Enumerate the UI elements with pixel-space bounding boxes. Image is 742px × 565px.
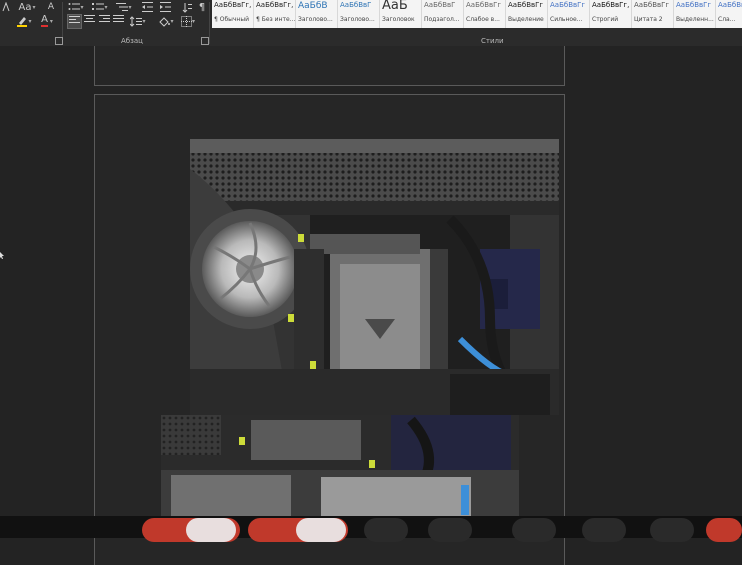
style-sample-text: АаБбВвГг [466,1,502,9]
style-tile[interactable]: АаБбВвГг Слабое в... [464,0,506,28]
style-sample-text: АаБбВвГг, [256,1,294,9]
decrease-indent-icon [141,2,153,12]
style-sample-text: АаБбВвГг [508,1,544,9]
line-spacing-icon [130,15,143,27]
font-color-button[interactable]: A ▾ [37,14,57,28]
ribbon: Aa ▾ A ▾ A ▾ ▾ ▾ ▾ ¶ ▾ ▾ ▾ Абзац Стили А… [0,0,742,47]
line-spacing-button[interactable]: ▾ [128,14,148,28]
style-tile[interactable]: АаБбВ Заголово... [296,0,338,28]
style-name-label: Сильное... [550,16,583,23]
pc-case-photo[interactable] [190,139,559,415]
highlighter-icon [17,17,28,27]
style-name-label: Слабое в... [466,16,500,23]
group-label-paragraph: Абзац [121,37,143,45]
clear-formatting-label: A [47,2,55,12]
style-name-label: Заголовок [382,16,415,23]
style-tile[interactable]: АаБбВвГг Цитата 2 [632,0,674,28]
style-tile[interactable]: АаБбВвГг, ¶ Без инте... [254,0,296,28]
clear-formatting-button[interactable]: A [44,0,58,14]
borders-button[interactable]: ▾ [178,14,198,28]
multilevel-list-button[interactable]: ▾ [114,0,134,14]
gpu-case-photo[interactable] [161,415,519,516]
style-sample-text: АаБбВвГг, [592,1,630,9]
font-color-label: A [41,14,48,27]
previous-page [94,46,565,86]
taskbar-app-button[interactable] [650,518,694,542]
style-sample-text: АаБ [382,0,408,13]
taskbar-app-button[interactable] [428,518,472,542]
styles-gallery: АаБбВвГг, ¶ Обычный АаБбВвГг, ¶ Без инте...… [212,0,742,34]
style-tile[interactable]: АаБбВвГ Заголово... [338,0,380,28]
mouse-cursor-icon [0,252,4,259]
change-case-label: Aa [18,1,32,13]
style-sample-text: АаБбВвГг [634,1,670,9]
style-name-label: Выделенн... [676,16,714,23]
paragraph-dialog-launcher[interactable] [201,37,209,45]
style-sample-text: АаБбВвГ [424,1,456,9]
group-label-styles: Стили [481,37,504,45]
paint-bucket-icon [159,16,171,27]
highlight-color-button[interactable]: ▾ [14,14,34,28]
style-name-label: Подзагол... [424,16,460,23]
style-name-label: Сла... [718,16,736,23]
sort-icon [182,2,192,13]
style-name-label: ¶ Без инте... [256,16,296,23]
multilevel-list-icon [116,3,129,11]
style-tile[interactable]: АаБбВвГ Подзагол... [422,0,464,28]
style-name-label: Цитата 2 [634,16,663,23]
align-left-button[interactable] [67,14,82,29]
style-name-label: Выделение [508,16,544,23]
style-sample-text: АаБбВвГ [340,1,372,9]
taskbar-app-button[interactable] [296,518,346,542]
style-tile[interactable]: АаБбВвГг Сла... [716,0,742,28]
style-name-label: Строгий [592,16,619,23]
taskbar-app-button[interactable] [582,518,626,542]
align-right-button[interactable] [99,15,110,26]
style-name-label: Заголово... [298,16,333,23]
show-formatting-marks-button[interactable]: ¶ [196,0,208,14]
taskbar-app-button[interactable] [364,518,408,542]
style-tile[interactable]: АаБбВвГг, Строгий [590,0,632,28]
style-tile[interactable]: АаБбВвГг Выделенн... [674,0,716,28]
style-sample-text: АаБбВвГг [676,1,712,9]
style-tile[interactable]: АаБбВвГг, ¶ Обычный [212,0,254,28]
bullets-button[interactable]: ▾ [66,0,86,14]
shading-button[interactable]: ▾ [156,14,176,28]
taskbar-app-button[interactable] [706,518,742,542]
text-effects-button[interactable] [0,0,12,14]
style-tile[interactable]: АаБбВвГг Сильное... [548,0,590,28]
numbering-icon [92,3,105,10]
sort-button[interactable] [180,0,194,14]
style-sample-text: АаБбВ [298,1,328,11]
increase-indent-icon [159,2,171,12]
style-tile[interactable]: АаБбВвГг Выделение [506,0,548,28]
font-dialog-launcher[interactable] [55,37,63,45]
taskbar-app-button[interactable] [186,518,236,542]
decrease-indent-button[interactable] [140,0,154,14]
style-name-label: Заголово... [340,16,375,23]
ribbon-separator [209,2,210,44]
style-sample-text: АаБбВвГг [550,1,586,9]
numbering-button[interactable]: ▾ [90,0,110,14]
style-sample-text: АаБбВвГг, [214,1,252,9]
borders-icon [180,15,192,27]
change-case-button[interactable]: Aa ▾ [18,0,36,14]
taskbar-app-button[interactable] [512,518,556,542]
style-name-label: ¶ Обычный [214,16,249,23]
pilcrow-icon: ¶ [198,1,206,13]
align-center-button[interactable] [84,15,95,26]
bullets-icon [68,3,81,10]
justify-button[interactable] [113,15,124,26]
increase-indent-button[interactable] [158,0,172,14]
style-sample-text: АаБбВвГг [718,1,742,9]
style-tile[interactable]: АаБ Заголовок [380,0,422,28]
